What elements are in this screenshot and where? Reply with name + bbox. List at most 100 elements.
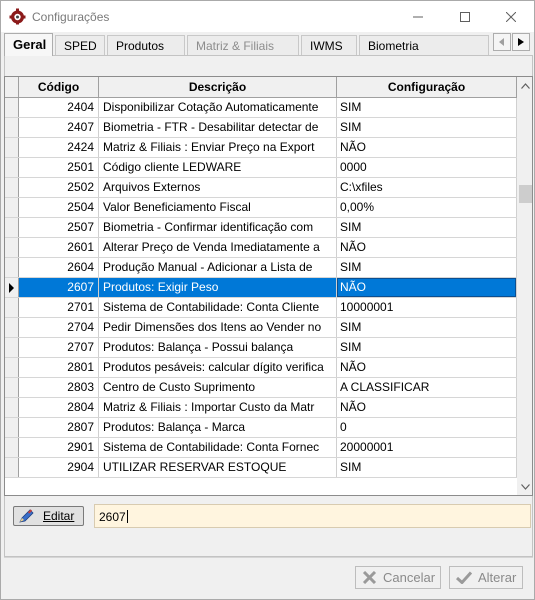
- cell-codigo[interactable]: 2803: [19, 378, 99, 397]
- cell-codigo[interactable]: 2507: [19, 218, 99, 237]
- column-header-configuracao[interactable]: Configuração: [337, 77, 517, 97]
- table-row[interactable]: 2424 Matriz & Filiais : Enviar Preço na E…: [5, 138, 517, 158]
- row-indicator[interactable]: [5, 258, 19, 277]
- cell-descricao[interactable]: Alterar Preço de Venda Imediatamente a: [99, 238, 337, 257]
- vertical-scrollbar[interactable]: [517, 77, 532, 495]
- row-indicator[interactable]: [5, 178, 19, 197]
- cell-configuracao[interactable]: SIM: [337, 318, 517, 337]
- cell-codigo[interactable]: 2502: [19, 178, 99, 197]
- cell-descricao[interactable]: Produtos: Balança - Marca: [99, 418, 337, 437]
- row-indicator[interactable]: [5, 138, 19, 157]
- cell-codigo[interactable]: 2901: [19, 438, 99, 457]
- cell-configuracao[interactable]: SIM: [337, 458, 517, 477]
- cell-configuracao[interactable]: SIM: [337, 118, 517, 137]
- cell-codigo[interactable]: 2407: [19, 118, 99, 137]
- row-indicator[interactable]: [5, 298, 19, 317]
- cell-configuracao[interactable]: 10000001: [337, 298, 517, 317]
- cell-codigo[interactable]: 2707: [19, 338, 99, 357]
- cell-configuracao[interactable]: SIM: [337, 98, 517, 117]
- cell-codigo[interactable]: 2504: [19, 198, 99, 217]
- tab-sped[interactable]: SPED: [55, 35, 105, 55]
- cell-codigo[interactable]: 2601: [19, 238, 99, 257]
- cell-codigo[interactable]: 2807: [19, 418, 99, 437]
- minimize-button[interactable]: [395, 1, 441, 32]
- table-row[interactable]: 2607 Produtos: Exigir Peso NÃO: [5, 278, 517, 298]
- table-row[interactable]: 2404 Disponibilizar Cotação Automaticamen…: [5, 98, 517, 118]
- table-row[interactable]: 2502 Arquivos Externos C:\xfiles: [5, 178, 517, 198]
- row-indicator[interactable]: [5, 118, 19, 137]
- editar-button[interactable]: Editar: [13, 506, 84, 526]
- cell-codigo[interactable]: 2704: [19, 318, 99, 337]
- row-indicator[interactable]: [5, 458, 19, 477]
- row-indicator[interactable]: [5, 218, 19, 237]
- maximize-button[interactable]: [442, 1, 488, 32]
- cell-codigo[interactable]: 2801: [19, 358, 99, 377]
- cell-descricao[interactable]: Arquivos Externos: [99, 178, 337, 197]
- cell-descricao[interactable]: Código cliente LEDWARE: [99, 158, 337, 177]
- row-indicator[interactable]: [5, 438, 19, 457]
- tab-scroll-left-button[interactable]: [493, 33, 511, 51]
- table-row[interactable]: 2507 Biometria - Confirmar identificação …: [5, 218, 517, 238]
- cell-configuracao[interactable]: 20000001: [337, 438, 517, 457]
- config-grid[interactable]: Código Descrição Configuração 2404 Dispon…: [4, 76, 533, 496]
- cell-configuracao[interactable]: 0: [337, 418, 517, 437]
- tab-matriz-filiais[interactable]: Matriz & Filiais: [187, 35, 299, 55]
- cell-configuracao[interactable]: NÃO: [337, 238, 517, 257]
- cell-configuracao[interactable]: NÃO: [337, 398, 517, 417]
- cell-codigo[interactable]: 2904: [19, 458, 99, 477]
- row-indicator[interactable]: [5, 358, 19, 377]
- close-button[interactable]: [488, 1, 534, 32]
- edit-value-field[interactable]: 2607: [94, 504, 531, 528]
- row-indicator[interactable]: [5, 378, 19, 397]
- cell-descricao[interactable]: Sistema de Contabilidade: Conta Cliente: [99, 298, 337, 317]
- cell-configuracao[interactable]: C:\xfiles: [337, 178, 517, 197]
- alterar-button[interactable]: Alterar: [449, 566, 523, 589]
- table-row[interactable]: 2601 Alterar Preço de Venda Imediatamente…: [5, 238, 517, 258]
- cell-configuracao[interactable]: 0,00%: [337, 198, 517, 217]
- cell-codigo[interactable]: 2604: [19, 258, 99, 277]
- row-indicator[interactable]: [5, 238, 19, 257]
- tab-produtos[interactable]: Produtos: [107, 35, 185, 55]
- cancelar-button[interactable]: Cancelar: [355, 566, 441, 589]
- cell-descricao[interactable]: Biometria - Confirmar identificação com: [99, 218, 337, 237]
- row-indicator[interactable]: [5, 158, 19, 177]
- row-indicator[interactable]: [5, 198, 19, 217]
- row-indicator[interactable]: [5, 278, 19, 297]
- tab-scroll-right-button[interactable]: [512, 33, 530, 51]
- cell-configuracao[interactable]: SIM: [337, 338, 517, 357]
- cell-codigo[interactable]: 2804: [19, 398, 99, 417]
- cell-descricao[interactable]: Sistema de Contabilidade: Conta Fornec: [99, 438, 337, 457]
- table-row[interactable]: 2407 Biometria - FTR - Desabilitar detect…: [5, 118, 517, 138]
- cell-descricao[interactable]: Centro de Custo Suprimento: [99, 378, 337, 397]
- cell-descricao[interactable]: Produtos: Exigir Peso: [99, 278, 337, 297]
- table-row[interactable]: 2804 Matriz & Filiais : Importar Custo da…: [5, 398, 517, 418]
- scrollbar-thumb[interactable]: [519, 185, 532, 203]
- cell-codigo[interactable]: 2404: [19, 98, 99, 117]
- table-row[interactable]: 2801 Produtos pesáveis: calcular dígito v…: [5, 358, 517, 378]
- cell-descricao[interactable]: Produtos: Balança - Possui balança: [99, 338, 337, 357]
- tab-biometria[interactable]: Biometria: [359, 35, 489, 55]
- table-row[interactable]: 2501 Código cliente LEDWARE 0000: [5, 158, 517, 178]
- scroll-up-button[interactable]: [517, 77, 532, 94]
- table-row[interactable]: 2504 Valor Beneficiamento Fiscal 0,00%: [5, 198, 517, 218]
- table-row[interactable]: 2803 Centro de Custo Suprimento A CLASSIFI…: [5, 378, 517, 398]
- cell-descricao[interactable]: Matriz & Filiais : Enviar Preço na Expor…: [99, 138, 337, 157]
- cell-configuracao[interactable]: NÃO: [337, 138, 517, 157]
- table-row[interactable]: 2604 Produção Manual - Adicionar a Lista …: [5, 258, 517, 278]
- row-indicator[interactable]: [5, 338, 19, 357]
- cell-descricao[interactable]: Pedir Dimensões dos Itens ao Vender no: [99, 318, 337, 337]
- table-row[interactable]: 2704 Pedir Dimensões dos Itens ao Vender …: [5, 318, 517, 338]
- cell-descricao[interactable]: Disponibilizar Cotação Automaticamente: [99, 98, 337, 117]
- table-row[interactable]: 2904 UTILIZAR RESERVAR ESTOQUE SIM: [5, 458, 517, 478]
- cell-descricao[interactable]: UTILIZAR RESERVAR ESTOQUE: [99, 458, 337, 477]
- cell-configuracao[interactable]: SIM: [337, 258, 517, 277]
- cell-descricao[interactable]: Produção Manual - Adicionar a Lista de: [99, 258, 337, 277]
- cell-configuracao[interactable]: NÃO: [337, 278, 517, 297]
- table-row[interactable]: 2707 Produtos: Balança - Possui balança SI…: [5, 338, 517, 358]
- cell-descricao[interactable]: Produtos pesáveis: calcular dígito verif…: [99, 358, 337, 377]
- cell-descricao[interactable]: Valor Beneficiamento Fiscal: [99, 198, 337, 217]
- row-indicator[interactable]: [5, 398, 19, 417]
- cell-codigo[interactable]: 2501: [19, 158, 99, 177]
- tab-geral[interactable]: Geral: [4, 33, 53, 56]
- tab-iwms[interactable]: IWMS: [301, 35, 357, 55]
